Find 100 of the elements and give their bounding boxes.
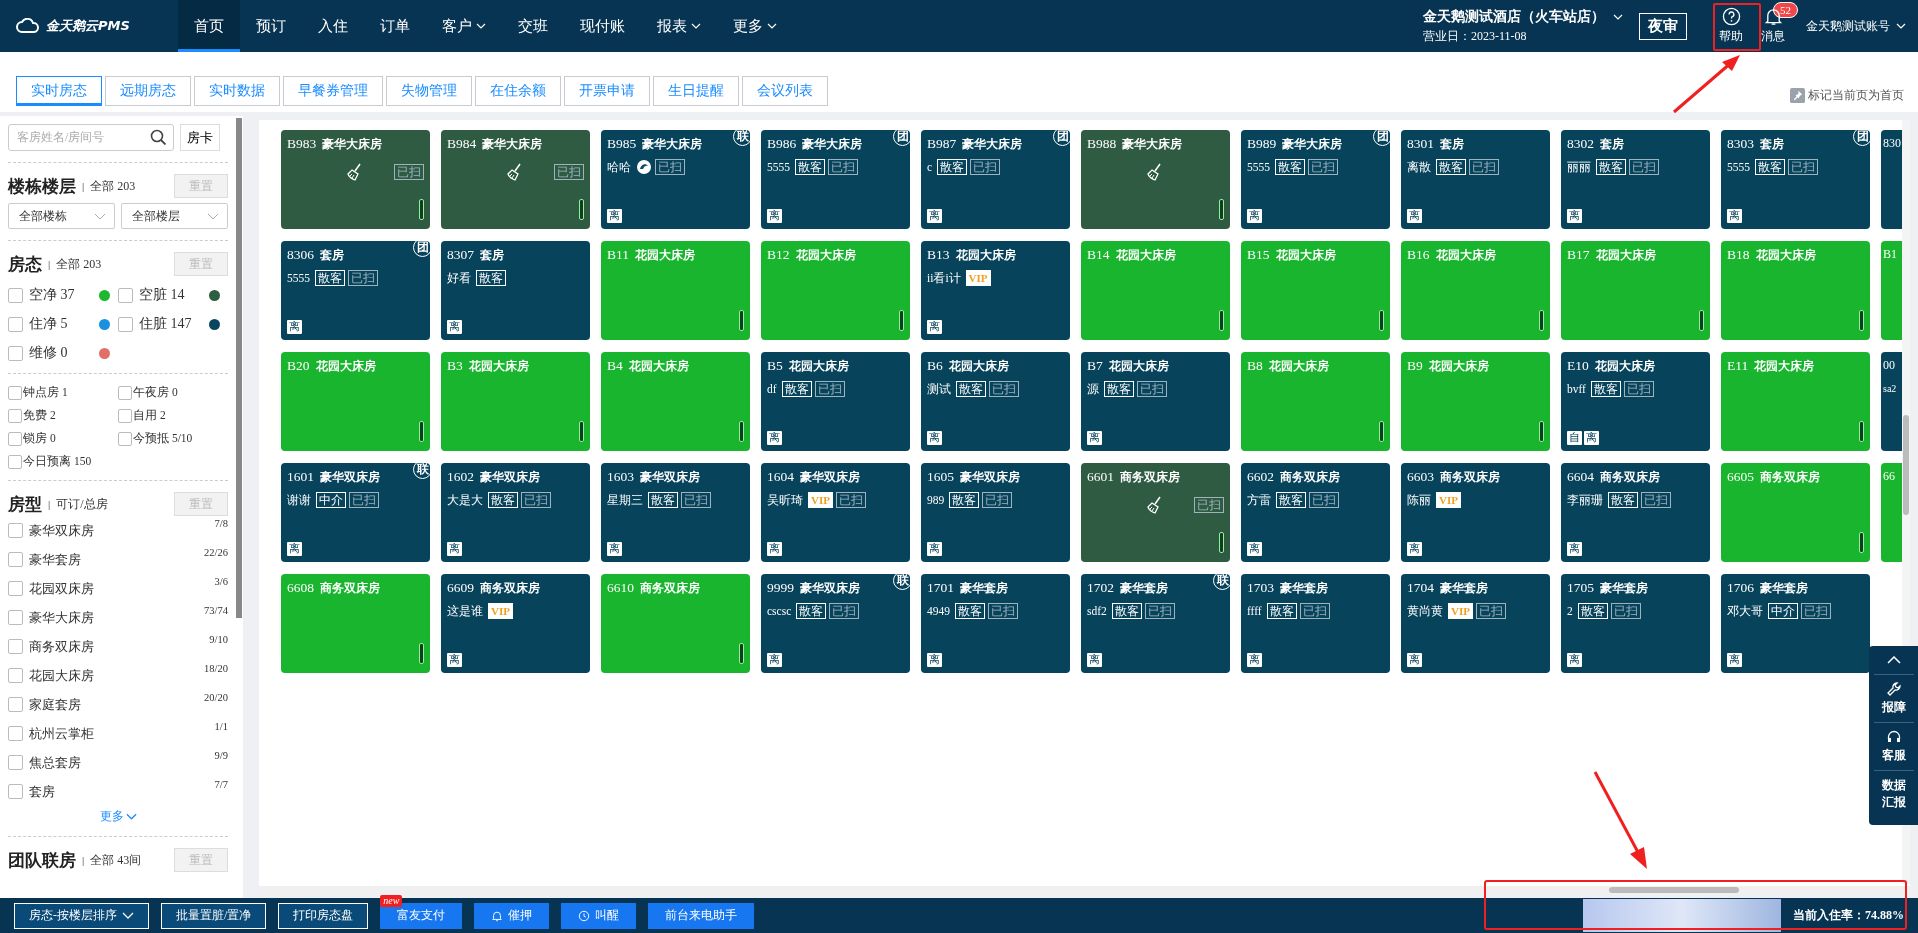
tab[interactable]: 会议列表 — [742, 76, 828, 106]
room-tile[interactable]: 8303 套房 团 5555 散客 已扫 离 — [1721, 130, 1870, 229]
room-tile[interactable]: 00 sa2 — [1881, 352, 1903, 451]
room-tile[interactable]: 1702 豪华套房 联 sdf2 散客 已扫 离 — [1081, 574, 1230, 673]
action-button[interactable]: 前台来电助手 — [648, 902, 755, 929]
sort-dropdown[interactable]: 房态-按楼层排序 — [14, 902, 149, 929]
nav-item[interactable]: 首页 — [178, 0, 240, 52]
checkbox[interactable] — [8, 431, 22, 446]
nav-item[interactable]: 入住 — [302, 0, 364, 52]
side-tool-button[interactable]: 报障 — [1873, 674, 1914, 722]
room-tile[interactable]: B983 豪华大床房 已扫 — [281, 130, 430, 229]
account-name[interactable]: 金天鹅测试账号 — [1806, 17, 1890, 35]
checkbox[interactable] — [8, 726, 23, 741]
checkbox[interactable] — [8, 287, 23, 303]
dropdown[interactable]: 全部楼栋 — [8, 203, 115, 229]
room-tile[interactable]: 6603 商务双床房 陈丽 VIP 离 — [1401, 463, 1550, 562]
room-tile[interactable]: 1705 豪华套房 2 散客 已扫 离 — [1561, 574, 1710, 673]
room-tile[interactable]: 6604 商务双床房 李丽珊 散客 已扫 离 — [1561, 463, 1710, 562]
room-tile[interactable]: B13 花园大床房 ii看i计 VIP 离 — [921, 241, 1070, 340]
action-button[interactable]: 叫醒 — [561, 902, 637, 929]
dropdown[interactable]: 全部楼层 — [121, 203, 228, 229]
side-tool-button[interactable]: 客服 — [1873, 722, 1914, 770]
room-tile[interactable]: 8307 套房 好看 散客 离 — [441, 241, 590, 340]
tab[interactable]: 实时房态 — [16, 76, 102, 106]
room-tile[interactable]: 6609 商务双床房 这是谁 VIP 离 — [441, 574, 590, 673]
nav-item[interactable]: 更多 — [717, 0, 793, 52]
checkbox[interactable] — [8, 610, 23, 625]
tab[interactable]: 开票申请 — [564, 76, 650, 106]
checkbox[interactable] — [8, 385, 22, 400]
night-audit-button[interactable]: 夜审 — [1639, 12, 1687, 40]
logo[interactable]: 金天鹅云PMS — [0, 17, 178, 35]
checkbox[interactable] — [118, 316, 133, 332]
room-card-button[interactable]: 房卡 — [180, 124, 220, 151]
room-tile[interactable]: 830 — [1881, 130, 1903, 229]
room-tile[interactable]: B6 花园大床房 测试 散客 已扫 离 — [921, 352, 1070, 451]
room-tile[interactable]: 8306 套房 团 5555 散客 已扫 离 — [281, 241, 430, 340]
search-field[interactable]: 客房姓名/房间号 — [8, 124, 174, 151]
room-tile[interactable]: B985 豪华大床房 联 哈哈 已扫 离 — [601, 130, 750, 229]
checkbox[interactable] — [8, 581, 23, 596]
room-tile[interactable]: B988 豪华大床房 — [1081, 130, 1230, 229]
checkbox[interactable] — [8, 454, 22, 469]
room-tile[interactable]: B989 豪华大床房 团 5555 散客 已扫 离 — [1241, 130, 1390, 229]
action-button[interactable]: 催押 — [474, 902, 550, 929]
room-tile[interactable]: 1602 豪华双床房 大是大 散客 已扫 离 — [441, 463, 590, 562]
room-tile[interactable]: B987 豪华大床房 团 c 散客 已扫 离 — [921, 130, 1070, 229]
checkbox[interactable] — [8, 755, 23, 770]
room-tile[interactable]: B5 花园大床房 df 散客 已扫 离 — [761, 352, 910, 451]
side-tool-button[interactable]: 数据汇报 — [1873, 770, 1914, 817]
checkbox[interactable] — [118, 431, 132, 446]
room-tile[interactable]: E10 花园大床房 bvff 散客 已扫 自 离 — [1561, 352, 1710, 451]
checkbox[interactable] — [118, 385, 132, 400]
checkbox[interactable] — [8, 784, 23, 799]
checkbox[interactable] — [8, 523, 23, 538]
room-tile[interactable]: 1704 豪华套房 黄尚黄 VIP 已扫 离 — [1401, 574, 1550, 673]
room-tile[interactable]: 1706 豪华套房 邓大哥 中介 已扫 离 — [1721, 574, 1870, 673]
room-tile[interactable]: 6602 商务双床房 方雷 散客 已扫 离 — [1241, 463, 1390, 562]
checkbox[interactable] — [8, 639, 23, 654]
room-tile[interactable]: 9999 豪华双床房 联 cscsc 散客 已扫 离 — [761, 574, 910, 673]
room-tile[interactable]: 6601 商务双床房 已扫 — [1081, 463, 1230, 562]
room-tile[interactable]: 8301 套房 离散 散客 已扫 离 — [1401, 130, 1550, 229]
room-tile[interactable]: B984 豪华大床房 已扫 — [441, 130, 590, 229]
room-tile[interactable]: B7 花园大床房 源 散客 已扫 离 — [1081, 352, 1230, 451]
room-tile[interactable]: 1601 豪华双床房 联 谢谢 中介 已扫 离 — [281, 463, 430, 562]
room-tile[interactable]: 1603 豪华双床房 星期三 散客 已扫 离 — [601, 463, 750, 562]
checkbox[interactable] — [8, 697, 23, 712]
checkbox[interactable] — [8, 668, 23, 683]
hotel-name[interactable]: 金天鹅测试酒店（火车站店） — [1423, 7, 1605, 26]
nav-item[interactable]: 预订 — [240, 0, 302, 52]
scrollbar-thumb[interactable] — [1903, 415, 1909, 515]
room-tile[interactable]: 1701 豪华套房 4949 散客 已扫 离 — [921, 574, 1070, 673]
help-button[interactable]: 帮助 — [1711, 3, 1751, 49]
room-tile[interactable]: 8302 套房 丽丽 散客 已扫 离 — [1561, 130, 1710, 229]
action-button[interactable]: 批量置脏/置净 — [161, 902, 267, 929]
tab[interactable]: 远期房态 — [105, 76, 191, 106]
checkbox[interactable] — [8, 316, 23, 332]
checkbox[interactable] — [118, 287, 133, 303]
more-link[interactable]: 更多 — [8, 808, 228, 825]
checkbox[interactable] — [8, 345, 23, 361]
nav-item[interactable]: 现付账 — [564, 0, 641, 52]
room-tile[interactable]: B986 豪华大床房 团 5555 散客 已扫 离 — [761, 130, 910, 229]
nav-item[interactable]: 报表 — [641, 0, 717, 52]
ad-banner-placeholder[interactable] — [1583, 899, 1781, 932]
action-button[interactable]: 打印房态盘 — [278, 902, 369, 929]
room-tile[interactable]: 1703 豪华套房 ffff 散客 已扫 离 — [1241, 574, 1390, 673]
nav-item[interactable]: 交班 — [502, 0, 564, 52]
tab[interactable]: 生日提醒 — [653, 76, 739, 106]
room-tile[interactable]: 1605 豪华双床房 989 散客 已扫 离 — [921, 463, 1070, 562]
checkbox[interactable] — [8, 552, 23, 567]
tab[interactable]: 在住余额 — [475, 76, 561, 106]
tab[interactable]: 实时数据 — [194, 76, 280, 106]
set-home-link[interactable]: 标记当前页为首页 — [1790, 87, 1904, 104]
checkbox[interactable] — [118, 408, 132, 423]
scrollbar-thumb[interactable] — [1609, 887, 1739, 893]
scrollbar-thumb[interactable] — [236, 118, 242, 618]
nav-item[interactable]: 客户 — [426, 0, 502, 52]
room-tile[interactable]: 1604 豪华双床房 吴昕琦 VIP 已扫 离 — [761, 463, 910, 562]
nav-item[interactable]: 订单 — [364, 0, 426, 52]
tab[interactable]: 早餐券管理 — [283, 76, 383, 106]
checkbox[interactable] — [8, 408, 22, 423]
tab[interactable]: 失物管理 — [386, 76, 472, 106]
